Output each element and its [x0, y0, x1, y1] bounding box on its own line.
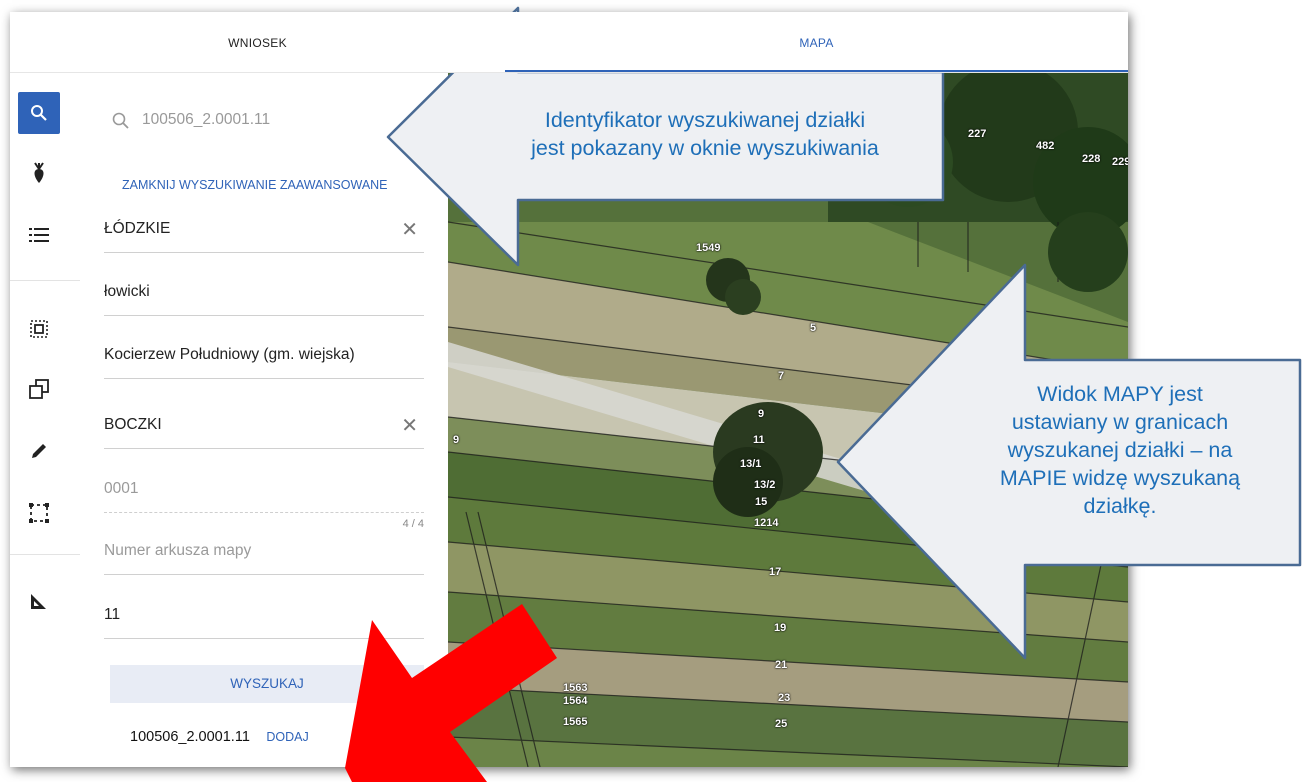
result-parcel-id: 100506_2.0001.11: [130, 729, 250, 745]
add-parcel-link[interactable]: DODAJ: [266, 730, 308, 744]
plot-label: 9: [758, 408, 765, 420]
copy-tool-button[interactable]: [18, 368, 60, 410]
list-tool-button[interactable]: [18, 214, 60, 256]
plot-label: 1563: [563, 682, 588, 694]
crop-tool-button[interactable]: [18, 152, 60, 194]
magnifier-icon: [112, 112, 129, 129]
parcel-number-field[interactable]: 11: [104, 598, 424, 639]
map-sheet-placeholder: Numer arkusza mapy: [104, 542, 252, 559]
char-counter: 4 / 4: [402, 518, 424, 530]
tab-wniosek[interactable]: WNIOSEK: [10, 12, 505, 72]
tab-bar: WNIOSEK MAPA: [10, 12, 1128, 73]
tab-mapa[interactable]: MAPA: [505, 12, 1128, 72]
county-select[interactable]: łowicki: [104, 275, 424, 316]
precinct-number-field[interactable]: 0001: [104, 472, 424, 513]
plot-label: 228: [1082, 153, 1101, 165]
precinct-select[interactable]: BOCZKI ✕: [104, 408, 424, 449]
plot-label: 19: [774, 622, 787, 634]
plot-label: 9: [453, 434, 460, 446]
parcel-number-value: 11: [104, 606, 121, 623]
pencil-icon: [32, 444, 46, 458]
plot-label: 15: [755, 496, 768, 508]
close-icon[interactable]: ✕: [401, 416, 418, 436]
advanced-search-toggle[interactable]: ZAMKNIJ WYSZUKIWANIE ZAAWANSOWANE: [122, 178, 388, 192]
rail-divider: [10, 554, 80, 555]
commune-value: Kocierzew Południowy (gm. wiejska): [104, 346, 355, 363]
plot-label: 1214: [754, 517, 779, 529]
plot-label: 23: [778, 692, 791, 704]
callout-right-line: wyszukanej działki – na: [1007, 438, 1233, 462]
commune-select[interactable]: Kocierzew Południowy (gm. wiejska): [104, 338, 424, 379]
callout-top-line: Identyfikator wyszukiwanej działki: [544, 108, 866, 132]
select-area-tool-button[interactable]: [18, 308, 60, 350]
draw-tool-button[interactable]: [18, 430, 60, 472]
search-bar[interactable]: 100506_2.0001.11: [104, 110, 424, 140]
plot-label: 25: [775, 718, 788, 730]
list-icon: [29, 228, 49, 242]
plot-label: 21: [775, 659, 788, 671]
plot-label: 1564: [563, 695, 588, 707]
plot-label: 7: [778, 370, 785, 382]
plot-label: 229: [1112, 156, 1128, 168]
callout-right-text: Widok MAPY jest ustawiany w granicach wy…: [955, 380, 1285, 520]
voivodeship-select[interactable]: ŁÓDZKIE ✕: [104, 212, 424, 253]
search-tool-button[interactable]: [18, 92, 60, 134]
precinct-number-placeholder: 0001: [104, 480, 139, 497]
plot-label: 1565: [563, 716, 588, 728]
tool-rail: [10, 72, 81, 767]
rail-divider: [10, 280, 80, 281]
ruler-icon: [31, 594, 46, 609]
search-button[interactable]: WYSZUKAJ: [110, 665, 424, 703]
plot-label: 227: [968, 128, 987, 140]
plot-label: 11: [753, 434, 765, 446]
search-result-row: 100506_2.0001.11 DODAJ: [130, 728, 309, 750]
search-panel: 100506_2.0001.11 ZAMKNIJ WYSZUKIWANIE ZA…: [80, 72, 448, 767]
measure-tool-button[interactable]: [18, 580, 60, 622]
county-value: łowicki: [104, 283, 150, 300]
callout-right-line: ustawiany w granicach: [1011, 410, 1229, 434]
voivodeship-value: ŁÓDZKIE: [104, 220, 171, 237]
copy-icon: [29, 379, 49, 399]
callout-top-text: Identyfikator wyszukiwanej działki jest …: [470, 106, 940, 162]
rectangle-tool-button[interactable]: [18, 492, 60, 534]
search-icon: [31, 105, 47, 121]
callout-right-line: działkę.: [1083, 494, 1157, 518]
plot-label: 13/1: [740, 458, 762, 470]
dashed-rectangle-icon: [29, 503, 49, 523]
callout-right-line: Widok MAPY jest: [1037, 382, 1203, 406]
close-icon[interactable]: ✕: [401, 220, 418, 240]
plot-label: 5: [810, 322, 817, 334]
plot-label: 482: [1036, 140, 1055, 152]
callout-right-line: MAPIE widzę wyszukaną: [999, 466, 1241, 490]
precinct-value: BOCZKI: [104, 416, 162, 433]
crop-icon: [34, 162, 44, 183]
search-input[interactable]: 100506_2.0001.11: [142, 111, 270, 129]
plot-label: 1549: [696, 242, 721, 254]
plot-label: 13/2: [754, 479, 776, 491]
map-sheet-field[interactable]: Numer arkusza mapy: [104, 534, 424, 575]
plot-label: 17: [769, 566, 782, 578]
callout-top-line: jest pokazany w oknie wyszukiwania: [531, 136, 879, 160]
select-area-icon: [30, 320, 48, 338]
search-button-label: WYSZUKAJ: [230, 676, 304, 691]
